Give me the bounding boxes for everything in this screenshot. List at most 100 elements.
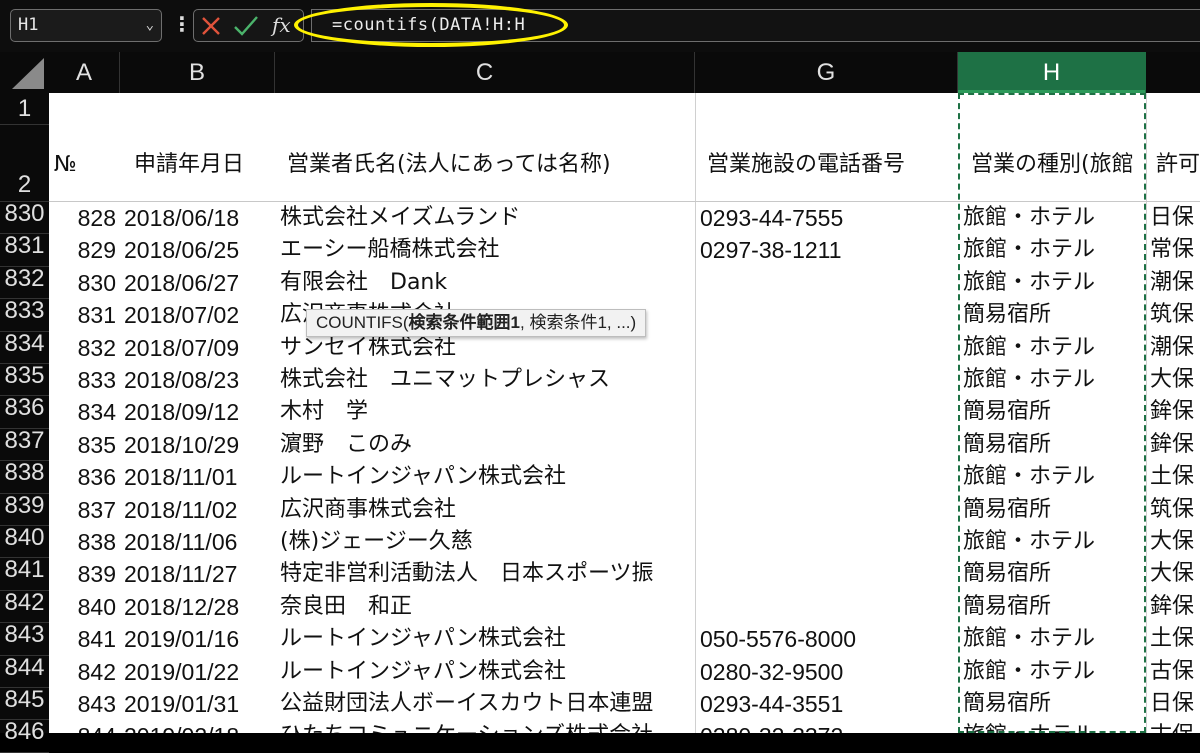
cell-business-type[interactable]: 旅館・ホテル (963, 656, 1143, 688)
column-header-b[interactable]: B (120, 52, 275, 93)
cell-operator-name[interactable]: 有限会社 Dank (280, 267, 695, 299)
cell-operator-name[interactable]: ルートインジャパン株式会社 (280, 656, 695, 688)
sheet-grid[interactable]: № 申請年月日 営業者氏名(法人にあっては名称) 営業施設の電話番号 営業の種別… (49, 93, 1200, 733)
formula-input[interactable]: =countifs(DATA!H:H (311, 9, 1200, 42)
cell-permit[interactable]: 筑保 (1150, 494, 1200, 526)
tooltip-current-arg[interactable]: 検索条件範囲1 (409, 313, 520, 332)
cell-application-date[interactable]: 2018/08/23 (124, 364, 284, 396)
cell-business-type[interactable]: 旅館・ホテル (963, 332, 1143, 364)
row-header[interactable]: 832 (0, 266, 49, 300)
cell-operator-name[interactable]: 奈良田 和正 (280, 591, 695, 623)
cell-operator-name[interactable]: 木村 学 (280, 396, 695, 428)
cell-permit[interactable]: 土保 (1150, 623, 1200, 655)
cell-operator-name[interactable]: 株式会社 ユニマットプレシャス (280, 364, 695, 396)
row-header-2[interactable]: 2 (0, 125, 49, 202)
row-header[interactable]: 843 (0, 623, 49, 656)
cell-application-date[interactable]: 2018/12/28 (124, 591, 284, 623)
cell-permit[interactable]: 日保 (1150, 688, 1200, 720)
cell-number[interactable]: 840 (54, 591, 116, 623)
cell-permit[interactable]: 鉾保 (1150, 591, 1200, 623)
cell-phone[interactable] (700, 461, 950, 493)
cell-permit[interactable]: 古保 (1150, 720, 1200, 733)
enter-check-icon[interactable] (232, 13, 260, 39)
cell-permit[interactable]: 潮保 (1150, 332, 1200, 364)
cell-number[interactable]: 832 (54, 332, 116, 364)
row-header[interactable]: 833 (0, 299, 49, 332)
cell-application-date[interactable]: 2018/11/01 (124, 461, 284, 493)
cell-operator-name[interactable]: 特定非営利活動法人 日本スポーツ振 (280, 558, 695, 590)
cell-phone[interactable]: 050-5576-8000 (700, 623, 950, 655)
more-options-icon[interactable]: ⋮ (172, 9, 192, 42)
cell-operator-name[interactable]: (株)ジェージー久慈 (280, 526, 695, 558)
header-business-type[interactable]: 営業の種別(旅館 (971, 150, 1145, 180)
cell-permit[interactable]: 大保 (1150, 558, 1200, 590)
select-all-corner[interactable] (0, 52, 49, 93)
cell-phone[interactable]: 0293-44-7555 (700, 202, 950, 234)
cell-number[interactable]: 838 (54, 526, 116, 558)
cell-operator-name[interactable]: エーシー船橋株式会社 (280, 234, 695, 266)
cell-business-type[interactable]: 簡易宿所 (963, 591, 1143, 623)
cell-number[interactable]: 829 (54, 234, 116, 266)
cell-application-date[interactable]: 2018/11/02 (124, 494, 284, 526)
header-phone[interactable]: 営業施設の電話番号 (707, 150, 905, 180)
cell-permit[interactable]: 古保 (1150, 656, 1200, 688)
cell-permit[interactable]: 筑保 (1150, 299, 1200, 331)
cell-business-type[interactable]: 旅館・ホテル (963, 623, 1143, 655)
cell-business-type[interactable]: 簡易宿所 (963, 429, 1143, 461)
cell-operator-name[interactable]: ルートインジャパン株式会社 (280, 623, 695, 655)
cell-operator-name[interactable]: ひたちコミュニケーションズ株式会社 (280, 720, 695, 733)
cell-permit[interactable]: 常保 (1150, 234, 1200, 266)
cell-application-date[interactable]: 2018/10/29 (124, 429, 284, 461)
cell-phone[interactable]: 0280-32-9500 (700, 656, 950, 688)
cell-application-date[interactable]: 2019/02/18 (124, 720, 284, 733)
chevron-down-icon[interactable]: ⌄ (146, 10, 154, 41)
row-header-1[interactable]: 1 (0, 93, 49, 125)
cell-phone[interactable]: 0293-44-3551 (700, 688, 950, 720)
row-header[interactable]: 839 (0, 493, 49, 526)
cell-operator-name[interactable]: 株式会社メイズムランド (280, 202, 695, 234)
row-header[interactable]: 836 (0, 396, 49, 429)
cell-permit[interactable]: 日保 (1150, 202, 1200, 234)
cell-number[interactable]: 839 (54, 558, 116, 590)
cell-phone[interactable] (700, 299, 950, 331)
column-header-g[interactable]: G (695, 52, 958, 93)
cell-application-date[interactable]: 2018/09/12 (124, 396, 284, 428)
cell-business-type[interactable]: 簡易宿所 (963, 558, 1143, 590)
cell-number[interactable]: 830 (54, 267, 116, 299)
cell-business-type[interactable]: 旅館・ホテル (963, 720, 1143, 733)
cell-business-type[interactable]: 簡易宿所 (963, 299, 1143, 331)
cell-phone[interactable]: 0297-38-1211 (700, 234, 950, 266)
cell-application-date[interactable]: 2018/06/27 (124, 267, 284, 299)
row-header[interactable]: 838 (0, 461, 49, 494)
cell-phone[interactable] (700, 364, 950, 396)
cell-operator-name[interactable]: 公益財団法人ボーイスカウト日本連盟 (280, 688, 695, 720)
cell-business-type[interactable]: 簡易宿所 (963, 494, 1143, 526)
cell-phone[interactable] (700, 267, 950, 299)
cell-application-date[interactable]: 2018/07/02 (124, 299, 284, 331)
cell-business-type[interactable]: 旅館・ホテル (963, 267, 1143, 299)
cell-business-type[interactable]: 旅館・ホテル (963, 234, 1143, 266)
cell-number[interactable]: 843 (54, 688, 116, 720)
cell-permit[interactable]: 大保 (1150, 364, 1200, 396)
row-header[interactable]: 831 (0, 234, 49, 267)
cell-application-date[interactable]: 2018/06/25 (124, 234, 284, 266)
row-header[interactable]: 846 (0, 720, 49, 753)
cell-business-type[interactable]: 旅館・ホテル (963, 364, 1143, 396)
cell-operator-name[interactable]: 濵野 このみ (280, 429, 695, 461)
cell-permit[interactable]: 鉾保 (1150, 429, 1200, 461)
cell-phone[interactable] (700, 591, 950, 623)
cell-application-date[interactable]: 2018/07/09 (124, 332, 284, 364)
cell-phone[interactable] (700, 526, 950, 558)
cancel-icon[interactable] (198, 13, 224, 39)
name-box[interactable]: H1 ⌄ (10, 9, 162, 42)
cell-application-date[interactable]: 2018/06/18 (124, 202, 284, 234)
cell-phone[interactable] (700, 494, 950, 526)
cell-operator-name[interactable]: 広沢商事株式会社 (280, 494, 695, 526)
cell-permit[interactable]: 潮保 (1150, 267, 1200, 299)
column-header-i[interactable] (1146, 52, 1200, 93)
cell-number[interactable]: 836 (54, 461, 116, 493)
cell-number[interactable]: 842 (54, 656, 116, 688)
row-header[interactable]: 834 (0, 331, 49, 364)
cell-business-type[interactable]: 旅館・ホテル (963, 202, 1143, 234)
cell-phone[interactable] (700, 429, 950, 461)
